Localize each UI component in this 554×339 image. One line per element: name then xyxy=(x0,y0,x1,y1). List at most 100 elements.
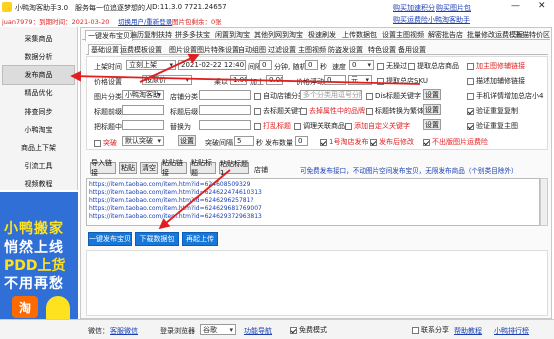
sidebar-item-collect[interactable]: 采集商品 xyxy=(2,29,75,49)
add-input[interactable]: 0.00 xyxy=(266,75,283,85)
fetch-shop-checkbox[interactable]: 提取总店商品 xyxy=(408,61,459,71)
no-freight-insurance-checkbox[interactable]: 不出版图片运费险 xyxy=(423,137,488,147)
subtab-basic[interactable]: 基础设置 xyxy=(88,44,122,55)
tab-idle[interactable]: 闲置到淘宝 xyxy=(215,30,250,40)
image-class-select[interactable]: 小鸭淘客助 xyxy=(122,90,164,100)
tab-fast-sync[interactable]: 极速刷发 xyxy=(308,30,336,40)
browser-select[interactable]: 谷歌 xyxy=(200,324,236,335)
paste-links-button[interactable]: 粘贴链接 xyxy=(161,159,187,177)
auto-shop-class-checkbox[interactable]: 自动店铺分类 xyxy=(254,91,305,101)
speed-select[interactable]: 0 xyxy=(349,60,374,70)
close-icon[interactable]: ✕ xyxy=(538,1,546,11)
ranking-link[interactable]: 小鸭排行榜 xyxy=(494,326,529,336)
settings-button-2[interactable]: 设置 xyxy=(423,104,441,115)
traditional-title-checkbox[interactable]: 标题转换为繁体 xyxy=(366,106,424,116)
mobile-detail-checkbox[interactable]: 手机详情增加总店小4 xyxy=(467,91,543,101)
subtab-main-video[interactable]: 主图视频 xyxy=(298,45,326,55)
sidebar-item-taobao[interactable]: 小鸭淘宝 xyxy=(2,120,75,140)
fetch-sku-checkbox[interactable]: 提取总店SKU xyxy=(377,76,428,86)
tab-one-click-publish[interactable]: 一键发布宝贝 xyxy=(85,30,133,41)
remove-keyword-checkbox[interactable]: 去标题关键字 xyxy=(254,106,305,116)
buy-speed-link[interactable]: 购买加速积分 xyxy=(393,3,435,13)
sidebar-item-videos[interactable]: 视频教程 xyxy=(2,174,75,194)
minimize-button[interactable]: — xyxy=(511,1,520,11)
shop-class-input[interactable] xyxy=(199,90,251,100)
random-input[interactable]: 0 xyxy=(305,60,318,70)
subtab-freight-template[interactable]: 运费模板设置 xyxy=(120,45,162,55)
duck-helper-link[interactable]: 小鸭淘客助手 xyxy=(428,15,470,25)
import-links-button[interactable]: 导入链接 xyxy=(90,159,116,177)
listing-time-select[interactable]: 立刻上架 xyxy=(126,60,176,70)
ad-line-3: PDD上货 xyxy=(4,258,66,274)
related-product-checkbox[interactable]: 调理关联商品 xyxy=(294,121,345,131)
paste-button[interactable]: 粘贴 xyxy=(119,162,137,174)
switch-user-link[interactable]: 切换用户/重新登录 xyxy=(118,16,172,26)
textarea-scrollbar[interactable] xyxy=(540,178,548,226)
tab-tmall[interactable]: 天猫特价区 xyxy=(515,30,550,40)
clear-button[interactable]: 清空 xyxy=(140,162,158,174)
tab-decrypt[interactable]: 解密批告店 xyxy=(428,30,463,40)
sidebar-item-traffic[interactable]: 引流工具 xyxy=(2,156,75,176)
settings-button-1[interactable]: 设置 xyxy=(423,89,441,100)
settings-button-3[interactable]: 设置 xyxy=(423,119,441,130)
shuffle-title-checkbox[interactable]: 打乱标题 xyxy=(254,121,291,131)
paste-title1-button[interactable]: 粘贴标题1 xyxy=(219,160,249,177)
float-input[interactable]: 0 xyxy=(324,75,346,85)
free-mode-checkbox[interactable]: 免费模式 xyxy=(290,325,327,335)
sidebar-item-optimize[interactable]: 精品优化 xyxy=(2,83,75,103)
subtab-feature[interactable]: 特色设置 xyxy=(368,45,396,55)
tab-upload-package[interactable]: 上传数据包 xyxy=(342,30,377,40)
tab-other-sites[interactable]: 其他列网到淘宝 xyxy=(254,30,303,40)
subtab-filter[interactable]: 过滤设置 xyxy=(268,45,296,55)
title-prefix-input[interactable] xyxy=(122,105,164,115)
datetime-field[interactable]: 2021-02-22 12:40:10 xyxy=(178,60,246,70)
custom-keyword-checkbox[interactable]: 添加自定义关键字 xyxy=(345,121,410,131)
no-delay-checkbox[interactable]: 无操过 xyxy=(377,61,407,71)
links-textarea[interactable]: https://item.taobao.com/item.htm?id=6246… xyxy=(86,178,540,226)
remove-brand-checkbox[interactable]: 去掉属性中的品牌 xyxy=(300,106,365,116)
main-pic-checkbox[interactable]: 加主图修辅链接 xyxy=(467,61,525,71)
tab-pdd[interactable]: 拼多多扶宝 xyxy=(175,30,210,40)
subtab-backup[interactable]: 备用设置 xyxy=(398,45,426,55)
subtab-image[interactable]: 图片设置 xyxy=(169,45,197,55)
break-interval-input[interactable]: 5 xyxy=(234,136,254,146)
sidebar-item-sync[interactable]: 排查同步 xyxy=(2,102,75,122)
reupload-button[interactable]: 再起上传 xyxy=(182,232,218,246)
shop-class-multi-input[interactable]: 多个分类用逗号分隔 xyxy=(300,90,362,100)
store1-publish-checkbox[interactable]: 1号淘店发布 xyxy=(320,137,368,147)
help-tutorial-link[interactable]: 帮助教程 xyxy=(454,326,482,336)
price-mode-select[interactable]: 按原价 xyxy=(142,75,192,85)
buy-insurance-link[interactable]: 购买运费险 xyxy=(393,15,428,25)
tab-traverse-copy[interactable]: 遍历复制扶持 xyxy=(130,30,172,40)
replace-from-input[interactable] xyxy=(122,120,164,130)
contact-share-checkbox[interactable]: 联系分享 xyxy=(412,325,449,335)
subtab-anti-theft[interactable]: 防盗发设置 xyxy=(328,45,363,55)
replace-to-input[interactable] xyxy=(199,120,251,130)
dis-keyword-checkbox[interactable]: Dis标题关键字 xyxy=(366,91,421,101)
paste-title-button[interactable]: 粘贴标题 xyxy=(190,159,216,177)
verify-main-pic-checkbox[interactable]: 验证重复主图 xyxy=(467,121,518,131)
subtab-image-special[interactable]: 图片特殊设置 xyxy=(197,45,239,55)
title-suffix-input[interactable] xyxy=(199,105,251,115)
wechat-service-link[interactable]: 客服微信 xyxy=(110,326,138,336)
ad-banner[interactable]: 小鸭搬家 悄然上线 PDD上货 不用再愁 淘 xyxy=(0,192,78,332)
buy-image-pack-link[interactable]: 购买图片包 xyxy=(436,3,471,13)
sidebar-item-analysis[interactable]: 数据分析 xyxy=(2,47,75,67)
tab-main-video[interactable]: 设置主图视频 xyxy=(382,30,424,40)
sidebar-item-shelf[interactable]: 商品上下架 xyxy=(2,138,75,158)
sidebar-item-publish[interactable]: 发布商品 xyxy=(2,65,75,85)
currency-select[interactable]: 元 xyxy=(348,75,372,85)
detail-link-checkbox[interactable]: 描述加辅修链接 xyxy=(467,76,525,86)
subtab-auto-group[interactable]: 自动组图 xyxy=(238,45,266,55)
interval-input[interactable]: 0 xyxy=(259,60,272,70)
download-package-button[interactable]: 下载数据包 xyxy=(135,232,179,246)
feature-nav-link[interactable]: 功能导航 xyxy=(244,326,272,336)
multiply-input[interactable]: 1.00 xyxy=(230,75,247,85)
break-checkbox[interactable]: 突破 xyxy=(94,138,117,148)
settings-button-4[interactable]: 设置 xyxy=(178,135,196,146)
break-mode-select[interactable]: 默认突破 xyxy=(122,136,164,146)
publish-count-input[interactable]: 0 xyxy=(295,136,308,146)
after-modify-checkbox[interactable]: 发布后修改 xyxy=(370,137,414,147)
one-click-publish-button[interactable]: 一键发布宝贝 xyxy=(88,232,132,246)
verify-duplicate-checkbox[interactable]: 验证重复复制 xyxy=(467,106,518,116)
